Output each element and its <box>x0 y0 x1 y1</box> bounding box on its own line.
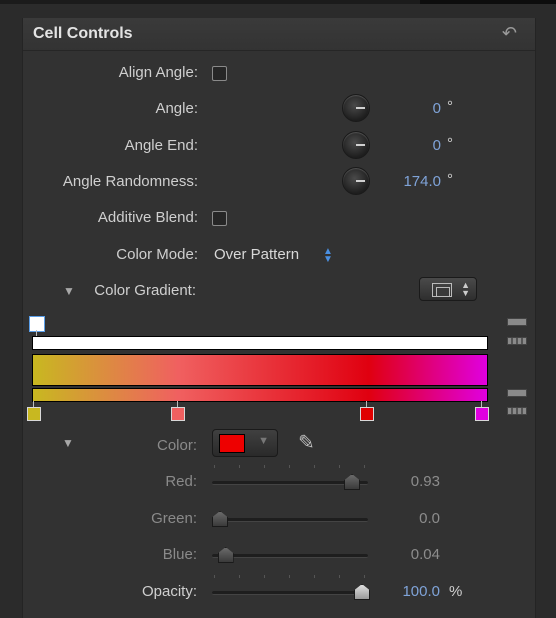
green-value[interactable]: 0.0 <box>380 510 440 527</box>
color-stop-4[interactable] <box>475 407 489 421</box>
color-swatch <box>219 434 245 453</box>
angle-end-unit: ° <box>447 135 453 152</box>
color-mode-popup[interactable]: Over Pattern <box>214 246 299 263</box>
angle-randomness-unit: ° <box>447 171 453 188</box>
color-stop-3[interactable] <box>360 407 374 421</box>
gradient-preset-button[interactable]: ▲ ▼ <box>419 277 477 301</box>
color-label: Color: <box>156 437 197 454</box>
angle-end-value[interactable]: 0 <box>381 137 441 154</box>
color-stops-button[interactable] <box>507 389 527 397</box>
blue-value[interactable]: 0.04 <box>380 546 440 563</box>
additive-blend-label: Additive Blend: <box>97 209 198 226</box>
color-stops-menu-button[interactable] <box>507 407 527 415</box>
color-swatch-button[interactable]: ▼ <box>212 429 278 457</box>
slider-ticks <box>214 465 366 470</box>
align-angle-checkbox[interactable] <box>212 66 227 81</box>
angle-end-label: Angle End: <box>124 137 198 154</box>
additive-blend-checkbox[interactable] <box>212 211 227 226</box>
red-label: Red: <box>165 473 197 490</box>
blue-slider[interactable] <box>212 554 368 558</box>
panel-header[interactable]: Cell Controls ↶ <box>23 18 535 51</box>
color-gradient-label: Color Gradient: <box>94 282 196 299</box>
opacity-stop[interactable] <box>30 317 44 331</box>
angle-randomness-value[interactable]: 174.0 <box>381 173 441 190</box>
opacity-stops-button[interactable] <box>507 318 527 326</box>
angle-dial[interactable] <box>342 94 370 122</box>
opacity-label: Opacity: <box>141 583 197 600</box>
angle-unit: ° <box>447 98 453 115</box>
angle-randomness-dial[interactable] <box>342 167 370 195</box>
opacity-stops-menu-button[interactable] <box>507 337 527 345</box>
green-label: Green: <box>151 510 197 527</box>
red-value[interactable]: 0.93 <box>380 473 440 490</box>
panel-title: Cell Controls <box>33 25 133 42</box>
color-mode-label: Color Mode: <box>116 246 198 263</box>
updown-arrows-icon: ▲ ▼ <box>461 280 470 298</box>
opacity-slider[interactable] <box>212 591 368 595</box>
top-strip <box>0 0 556 4</box>
cell-controls-panel: Cell Controls ↶ Align Angle: Angle: 0 ° … <box>22 18 536 618</box>
angle-end-dial[interactable] <box>342 131 370 159</box>
color-gradient-bar[interactable] <box>32 388 488 402</box>
angle-label: Angle: <box>155 100 198 117</box>
color-stop-2[interactable] <box>171 407 185 421</box>
gradient-preview-bar <box>32 354 488 386</box>
angle-randomness-label: Angle Randomness: <box>62 173 198 190</box>
opacity-value[interactable]: 100.0 <box>380 583 440 600</box>
blue-label: Blue: <box>162 546 197 563</box>
slider-ticks <box>214 575 366 580</box>
chevron-down-icon: ▼ <box>258 435 269 447</box>
green-slider[interactable] <box>212 518 368 522</box>
angle-value[interactable]: 0 <box>381 100 441 117</box>
opacity-gradient-bar[interactable] <box>32 336 488 350</box>
reset-icon[interactable]: ↶ <box>502 23 517 44</box>
opacity-unit: % <box>449 583 463 600</box>
color-stop-1[interactable] <box>27 407 41 421</box>
updown-arrows-icon[interactable]: ▲ ▼ <box>323 247 333 265</box>
eyedropper-icon[interactable]: ✎ <box>298 430 315 455</box>
align-angle-label: Align Angle: <box>118 64 198 81</box>
